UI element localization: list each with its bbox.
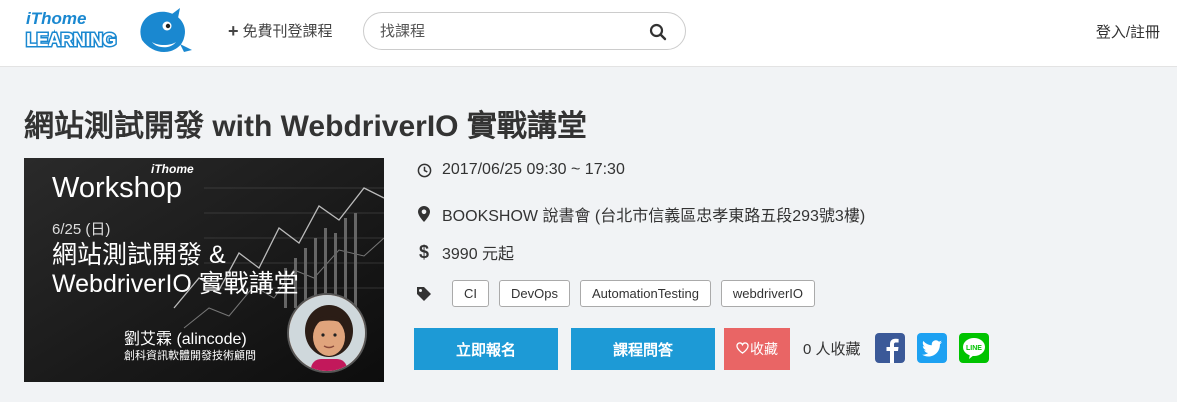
- twitter-share-icon[interactable]: [917, 333, 947, 363]
- course-datetime-row: 2017/06/25 09:30 ~ 17:30: [416, 161, 625, 179]
- post-course-label: 免費刊登課程: [242, 23, 333, 40]
- course-datetime: 2017/06/25 09:30 ~ 17:30: [442, 161, 625, 178]
- search-input[interactable]: [380, 21, 630, 41]
- signup-button[interactable]: 立即報名: [414, 328, 558, 370]
- svg-text:LINE: LINE: [966, 345, 982, 352]
- favorite-label: 收藏: [750, 341, 778, 357]
- course-qa-button[interactable]: 課程問答: [571, 328, 715, 370]
- tag-icon: [416, 286, 432, 302]
- svg-text:iThome: iThome: [26, 9, 86, 28]
- banner-speaker: 劉艾霖 (alincode): [124, 331, 247, 348]
- map-marker-icon: [416, 206, 432, 222]
- course-title: 網站測試開發 with WebdriverIO 實戰講堂: [24, 110, 587, 143]
- course-tags-row: CI DevOps AutomationTesting webdriverIO: [416, 280, 825, 307]
- banner-workshop: Workshop: [52, 172, 183, 204]
- speaker-avatar: [287, 293, 367, 373]
- course-banner-image: iThome Workshop 6/25 (日) 網站測試開發 & Webdri…: [24, 158, 384, 382]
- search-box: [363, 12, 686, 50]
- tag-devops[interactable]: DevOps: [499, 280, 570, 307]
- tag-automationtesting[interactable]: AutomationTesting: [579, 280, 711, 307]
- ithome-learning-logo[interactable]: iThome LEARNING: [24, 6, 194, 58]
- course-price: 3990 元起: [442, 246, 515, 263]
- post-course-link[interactable]: + 免費刊登課程: [228, 20, 333, 41]
- favorite-button[interactable]: 收藏: [724, 328, 790, 370]
- clock-icon: [416, 162, 432, 178]
- tag-ci[interactable]: CI: [452, 280, 489, 307]
- course-price-row: $ 3990 元起: [416, 240, 514, 264]
- search-icon[interactable]: [649, 23, 667, 41]
- dollar-icon: $: [418, 241, 429, 262]
- line-share-icon[interactable]: LINE: [959, 333, 989, 363]
- tag-webdriverio[interactable]: webdriverIO: [720, 280, 815, 307]
- facebook-share-icon[interactable]: [875, 333, 905, 363]
- course-location-row: BOOKSHOW 說書會 (台北市信義區忠孝東路五段293號3樓): [416, 202, 865, 226]
- plus-icon: +: [228, 20, 239, 41]
- heart-icon: [736, 341, 749, 357]
- favorite-count: 0 人收藏: [803, 341, 861, 358]
- login-register-link[interactable]: 登入/註冊: [1096, 21, 1160, 42]
- svg-text:LEARNING: LEARNING: [26, 30, 116, 50]
- site-header: iThome LEARNING + 免費刊登課程 登入/註冊: [0, 0, 1177, 67]
- course-location: BOOKSHOW 說書會 (台北市信義區忠孝東路五段293號3樓): [442, 208, 866, 225]
- banner-title-line2: WebdriverIO 實戰講堂: [52, 270, 299, 298]
- banner-speaker-role: 創科資訊軟體開發技術顧問: [124, 350, 256, 362]
